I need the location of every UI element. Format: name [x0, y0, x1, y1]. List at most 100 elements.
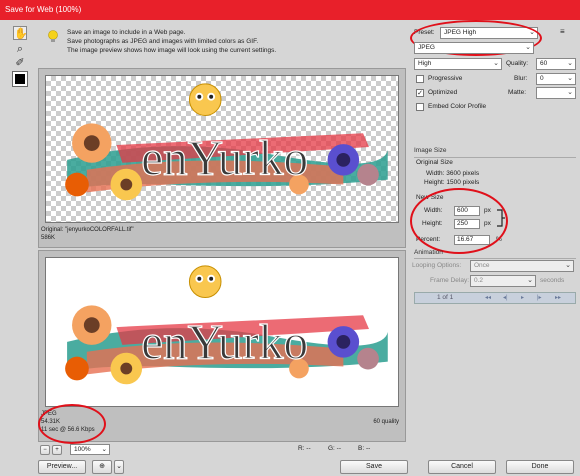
b-value-readout: B: --: [358, 445, 371, 452]
chevron-down-icon: ⌄: [529, 29, 535, 36]
progressive-checkbox[interactable]: [416, 75, 424, 83]
preset-select[interactable]: JPEG High ⌄: [440, 27, 538, 39]
looping-options-select[interactable]: Once ⌄: [470, 260, 574, 272]
info-line: Save an image to include in a Web page.: [67, 29, 186, 36]
original-image[interactable]: enYurko: [45, 75, 399, 223]
last-frame-button[interactable]: ▸▸: [555, 293, 561, 303]
tool-strip: ✋ ⌕ ✐: [0, 20, 38, 456]
link-proportions-icon[interactable]: [496, 208, 506, 228]
zoom-level-select[interactable]: 100% ⌄: [70, 444, 110, 455]
chevron-down-icon: ⌄: [101, 446, 107, 453]
chevron-down-icon: ⌄: [567, 75, 573, 82]
chevron-down-icon: ⌄: [567, 89, 573, 96]
eyedropper-tool-icon[interactable]: ✐: [13, 56, 27, 70]
zoom-in-button[interactable]: +: [52, 445, 62, 455]
save-button[interactable]: Save: [340, 460, 408, 474]
original-preview-panel: enYurko Original: "jenyurkoCOLORFALL.tif…: [38, 68, 406, 248]
width-input[interactable]: 600: [454, 206, 480, 216]
percent-unit: %: [496, 236, 502, 243]
preview-button[interactable]: Preview...: [38, 460, 86, 474]
first-frame-button[interactable]: ◂◂: [485, 293, 491, 303]
format-value: JPEG: [418, 44, 435, 51]
percent-input[interactable]: 16.67: [454, 235, 490, 245]
quality-input[interactable]: 60 ⌄: [536, 58, 576, 70]
quality-value: 60: [540, 60, 548, 67]
blur-label: Blur:: [514, 75, 528, 82]
chevron-down-icon[interactable]: ⌄: [114, 460, 124, 474]
original-size-header: Original Size: [416, 159, 453, 166]
percent-label: Percent:: [416, 236, 441, 243]
lightbulb-icon: [48, 30, 58, 42]
output-file-size: 54.31K: [41, 419, 61, 425]
divider: [414, 258, 576, 259]
quality-mode-value: High: [418, 60, 432, 67]
progressive-label: Progressive: [428, 75, 463, 82]
optimized-label: Optimized: [428, 89, 458, 96]
matte-label: Matte:: [508, 89, 527, 96]
artwork-image: enYurko: [65, 265, 388, 385]
height-input[interactable]: 250: [454, 219, 480, 229]
chevron-down-icon: ⌄: [565, 262, 571, 269]
width-value: 600: [457, 207, 468, 214]
cancel-button[interactable]: Cancel: [428, 460, 496, 474]
zoom-tool-icon[interactable]: ⌕: [13, 42, 27, 56]
preview-status-bar: − + 100% ⌄ R: -- G: -- B: --: [38, 444, 406, 456]
play-button[interactable]: ▸: [521, 293, 524, 303]
animation-frame-controls: 1 of 1 ◂◂ ◂| ▸ |▸ ▸▸: [414, 292, 576, 304]
quality-mode-select[interactable]: High ⌄: [414, 58, 502, 70]
download-time: 11 sec @ 56.6 Kbps: [41, 427, 95, 433]
zoom-out-button[interactable]: −: [40, 445, 50, 455]
done-button[interactable]: Done: [506, 460, 574, 474]
panel-menu-icon[interactable]: ≡: [560, 27, 565, 37]
height-value: 250: [457, 220, 468, 227]
frame-delay-value: 0.2: [474, 277, 484, 284]
chevron-down-icon: ⌄: [493, 60, 499, 67]
optimized-preview-panel: enYurko JPEG 54.31K 11 sec @ 56.6 Kbps 6…: [38, 250, 406, 442]
settings-panel: Preset: JPEG High ⌄ ≡ JPEG ⌄ High ⌄ Qual…: [410, 20, 580, 458]
new-size-header: New Size: [416, 194, 444, 201]
animation-header: Animation: [414, 249, 443, 256]
browser-icon[interactable]: ⊕: [92, 460, 112, 474]
output-format: JPEG: [41, 411, 57, 417]
window-title-bar: Save for Web (100%): [0, 0, 580, 20]
matte-select[interactable]: ⌄: [536, 87, 576, 99]
previous-frame-button[interactable]: ◂|: [503, 293, 508, 303]
original-file-size: 586K: [41, 235, 56, 241]
width-unit: px: [484, 207, 491, 214]
looping-options-label: Looping Options:: [412, 262, 462, 269]
width-label: Width:: [424, 207, 443, 214]
frame-delay-label: Frame Delay:: [430, 277, 470, 284]
optimized-image[interactable]: enYurko: [45, 257, 399, 407]
frame-delay-input[interactable]: 0.2 ⌄: [470, 275, 536, 287]
format-select[interactable]: JPEG ⌄: [414, 42, 534, 54]
blur-value: 0: [540, 75, 544, 82]
eyedropper-color-swatch[interactable]: [12, 71, 28, 87]
seconds-label: seconds: [540, 277, 565, 284]
percent-value: 16.67: [457, 236, 474, 243]
artwork-wordmark: enYurko: [141, 131, 308, 186]
r-value-readout: R: --: [298, 445, 311, 452]
g-value-readout: G: --: [328, 445, 341, 452]
zoom-level-value: 100%: [74, 446, 91, 453]
output-quality: 60 quality: [373, 419, 399, 425]
artwork-image: enYurko: [65, 83, 388, 201]
optimized-checkbox[interactable]: ✓: [416, 89, 424, 97]
artwork-wordmark: enYurko: [141, 315, 308, 370]
window-title: Save for Web (100%): [5, 5, 82, 14]
image-size-header: Image Size: [414, 147, 447, 154]
height-label: Height:: [422, 220, 443, 227]
quality-label: Quality:: [506, 60, 529, 67]
hand-tool-icon[interactable]: ✋: [13, 26, 28, 40]
info-area: Save an image to include in a Web page. …: [45, 24, 405, 68]
info-line: The image preview shows how image will l…: [67, 47, 277, 54]
preset-value: JPEG High: [444, 29, 477, 36]
next-frame-button[interactable]: |▸: [537, 293, 542, 303]
frame-counter: 1 of 1: [437, 294, 454, 301]
blur-input[interactable]: 0 ⌄: [536, 73, 576, 85]
original-height: Height: 1500 pixels: [424, 179, 480, 186]
chevron-down-icon: ⌄: [525, 44, 531, 51]
embed-color-profile-checkbox[interactable]: [416, 103, 424, 111]
looping-options-value: Once: [474, 262, 490, 269]
height-unit: px: [484, 220, 491, 227]
chevron-down-icon: ⌄: [527, 277, 533, 284]
